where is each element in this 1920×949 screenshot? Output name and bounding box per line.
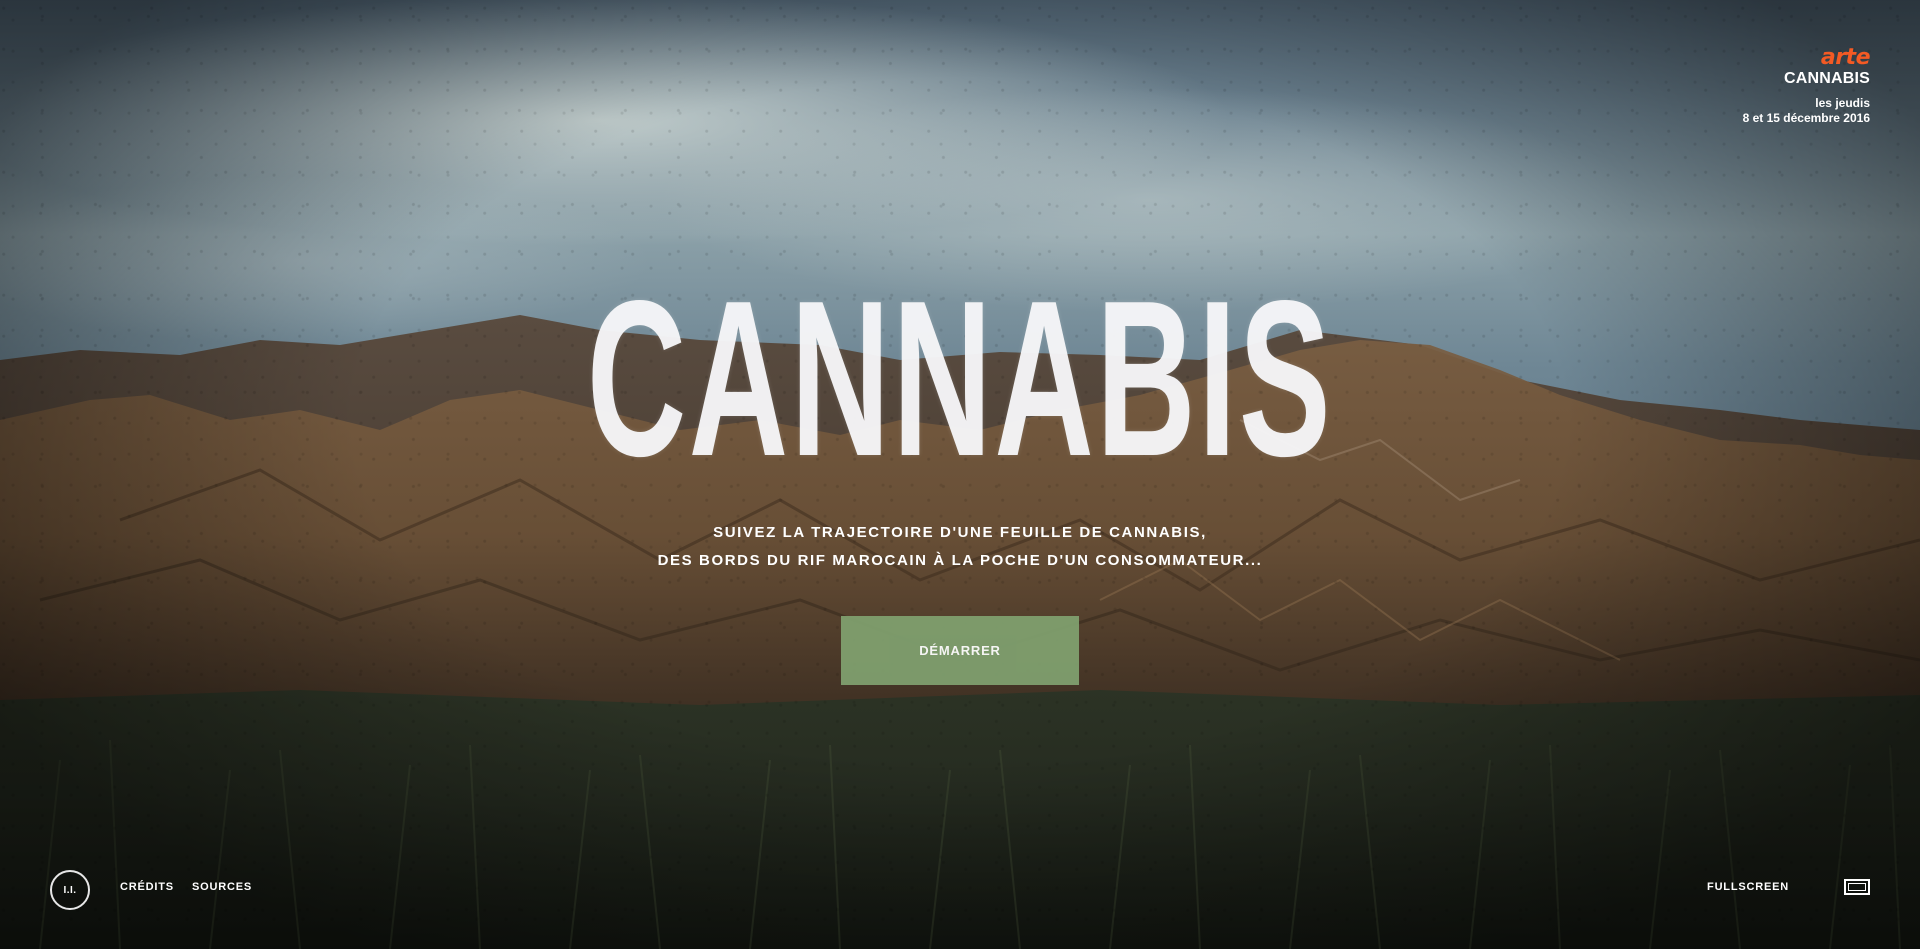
about-button[interactable]: I.I. [50, 870, 90, 910]
fullscreen-button[interactable]: FULLSCREEN [1707, 881, 1789, 893]
arte-logo[interactable]: arte [1743, 47, 1871, 69]
hero-subtitle-line-2: DES BORDS DU RIF MAROCAIN À LA POCHE D'U… [657, 552, 1263, 569]
sources-link[interactable]: SOURCES [192, 881, 252, 893]
credits-link[interactable]: CRÉDITS [120, 881, 174, 893]
broadcast-days: les jeudis [1815, 96, 1870, 110]
start-button[interactable]: DÉMARRER [841, 616, 1079, 685]
info-circle-icon: I.I. [63, 884, 77, 896]
hero-subtitle-line-1: SUIVEZ LA TRAJECTOIRE D'UNE FEUILLE DE C… [713, 524, 1207, 541]
broadcast-dates: 8 et 15 décembre 2016 [1742, 111, 1870, 125]
brand-block: arte CANNABIS les jeudis 8 et 15 décembr… [1742, 47, 1871, 126]
brand-title: CANNABIS [1783, 70, 1870, 87]
fullscreen-icon[interactable] [1844, 879, 1870, 895]
intro-screen: arte CANNABIS les jeudis 8 et 15 décembr… [0, 0, 1920, 949]
hero-title: CANNABIS [586, 255, 1334, 503]
